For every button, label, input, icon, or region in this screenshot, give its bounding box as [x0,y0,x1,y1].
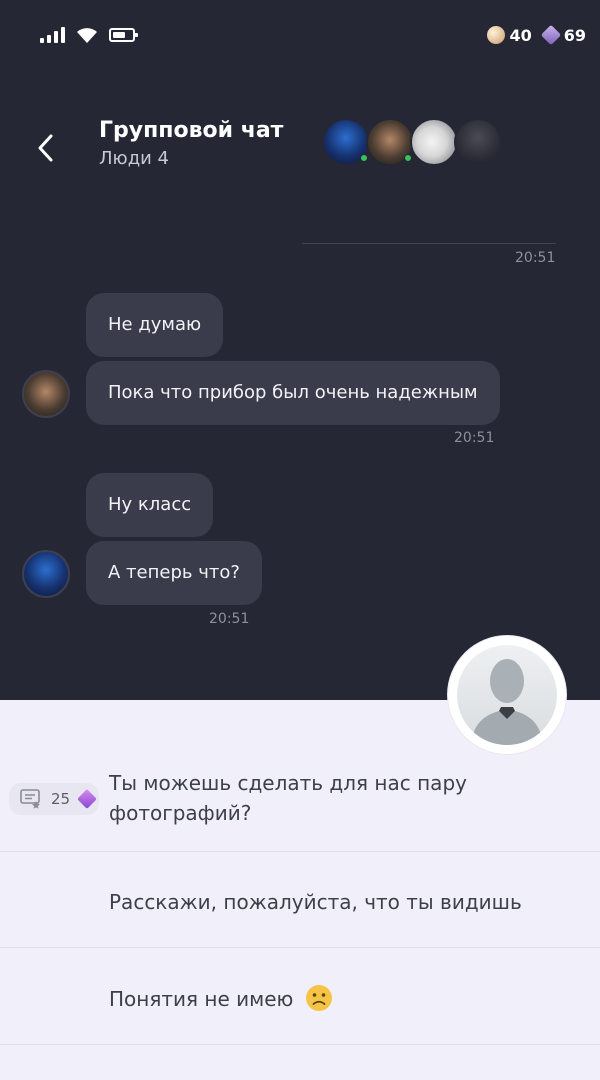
sad-face-icon [305,985,332,1011]
online-indicator [360,154,368,162]
system-indicators [40,24,138,46]
reply-option[interactable]: Понятия не имею [0,948,600,1044]
gems-value: 69 [563,25,586,45]
message-time: 20:51 [515,250,556,266]
avatar[interactable] [22,550,70,598]
reply-option-text: Понятия не имею [109,983,334,1014]
signal-icon [40,27,65,43]
status-bar: 40 69 [0,0,600,70]
reply-option[interactable]: Ты можешь сделать для нас пару фотографи… [0,752,600,851]
coins-value: 40 [509,25,532,45]
currency-display: 40 69 [487,22,586,48]
message-time: 20:51 [454,430,495,446]
online-indicator [404,154,412,162]
message-bubble: А теперь что? [86,541,262,605]
avatar [410,118,458,166]
message-bubble: Ну класс [86,473,214,537]
message-bubble: Пока что прибор был очень надежным [86,361,500,425]
participant-avatars[interactable] [322,118,512,168]
gem-icon [540,24,561,46]
gems-counter[interactable]: 69 [540,24,586,46]
reply-option[interactable]: Расскажи, пожалуйста, что ты видишь [0,852,600,947]
message-divider [302,243,556,244]
participants-count: Люди 4 [99,148,170,169]
chat-header: Групповой чат Люди 4 [0,100,600,200]
battery-icon [109,28,138,42]
wifi-icon [77,28,97,43]
divider [0,1044,600,1045]
player-avatar [448,636,566,754]
back-button[interactable] [28,128,64,168]
reply-option-text: Расскажи, пожалуйста, что ты видишь [109,890,522,914]
user-silhouette-icon [471,659,543,745]
reply-option-text: Ты можешь сделать для нас пару фотографи… [109,771,467,825]
chat-title: Групповой чат [99,118,284,143]
message-bubble: Не думаю [86,293,224,357]
coins-counter[interactable]: 40 [487,25,532,45]
chevron-left-icon [38,134,53,162]
avatar[interactable] [22,370,70,418]
coin-icon [487,26,506,44]
reply-option-label: Понятия не имею [109,987,294,1011]
avatar [454,118,502,166]
message-time: 20:51 [209,611,250,627]
